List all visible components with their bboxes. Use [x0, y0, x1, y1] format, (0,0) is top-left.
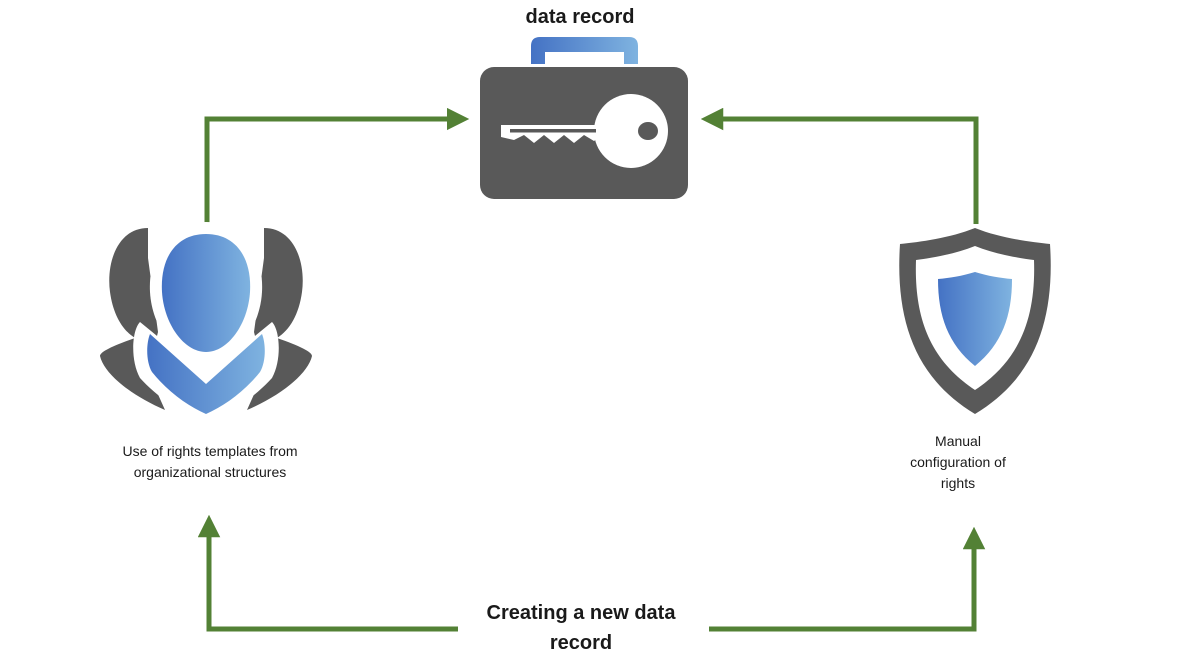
user-group-icon	[100, 222, 312, 422]
arrow-new-record-to-templates	[197, 514, 458, 632]
arrow-templates-to-record	[204, 107, 470, 224]
manual-caption: Manual configuration of rights	[910, 433, 1006, 491]
shield-icon	[899, 228, 1051, 414]
arrow-manual-to-record	[700, 107, 979, 224]
data-record-title: data record	[525, 6, 635, 28]
rights-flow-diagram	[100, 37, 1051, 632]
briefcase-key-icon	[480, 37, 688, 199]
arrow-new-record-to-manual	[709, 526, 986, 632]
template-caption: Use of rights templates from organizatio…	[122, 443, 298, 480]
new-record-label: Creating a new data record	[486, 602, 676, 654]
briefcase-handle	[531, 37, 638, 64]
